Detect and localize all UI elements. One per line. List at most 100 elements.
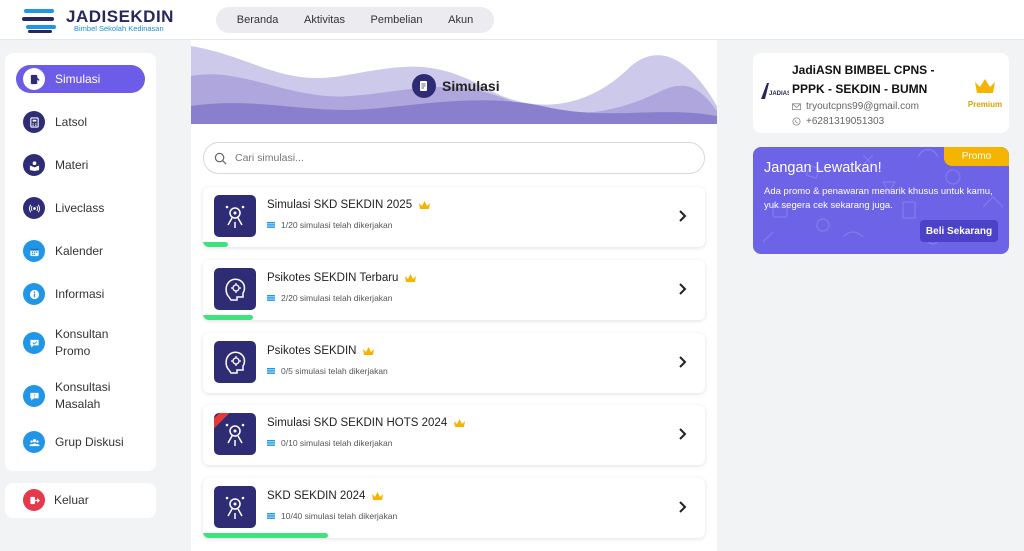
crown-icon [405,274,417,282]
card-thumbnail-icon [214,413,256,455]
crown-icon [372,492,384,500]
card-progress-bar [203,533,328,538]
stack-icon [267,222,275,228]
stack-icon [267,295,275,301]
page-header-banner: Simulasi [191,46,717,124]
simulation-card[interactable]: Psikotes SEKDIN 0/5 simulasi telah diker… [203,333,705,393]
calculator-icon [23,111,45,133]
info-icon [23,283,45,305]
sidebar-item-latsol[interactable]: Latsol [16,108,145,136]
simulation-card[interactable]: SKD SEKDIN 2024 10/40 simulasi telah dik… [203,478,705,538]
promo-description: Ada promo & penawaran menarik khusus unt… [764,186,993,211]
top-bar: JADISEKDIN Bimbel Sekolah Kedinasan Bera… [0,0,1024,40]
card-progress-label: 1/20 simulasi telah dikerjakan [281,220,393,230]
search-icon [214,152,227,164]
promo-title: Jangan Lewatkan! [764,160,882,176]
sidebar-item-kalender[interactable]: Kalender [16,237,145,265]
sidebar-item-label: Kalender [55,243,104,258]
sidebar-item-grup-diskusi[interactable]: Grup Diskusi [16,428,145,456]
chevron-right-icon [679,428,687,440]
card-title: Psikotes SEKDIN Terbaru [267,272,417,284]
account-phone-text: +6281319051303 [806,116,885,127]
sidebar-item-label: Konsultasi Masalah [55,380,111,411]
search-input[interactable] [235,152,675,164]
card-title-text: SKD SEKDIN 2024 [267,490,366,502]
sidebar-item-konsultan-promo[interactable]: Konsultan Promo [16,325,145,361]
logout-icon [23,489,45,511]
premium-badge-text: Premium [967,100,1003,109]
simulation-card[interactable]: Simulasi SKD SEKDIN HOTS 2024 0/10 simul… [203,405,705,465]
card-title-text: Simulasi SKD SEKDIN 2025 [267,199,413,211]
sidebar: Simulasi Latsol Materi Liveclass Kalende… [5,53,156,471]
account-email-text: tryoutcpns99@gmail.com [806,101,919,112]
chevron-right-icon [679,501,687,513]
card-title: SKD SEKDIN 2024 [267,490,384,502]
broadcast-icon [23,197,45,219]
nav-aktivitas[interactable]: Aktivitas [304,14,345,26]
sidebar-item-label: Informasi [55,286,105,301]
card-progress-text: 2/20 simulasi telah dikerjakan [267,293,393,303]
books-logo-icon [22,9,56,33]
card-progress-label: 10/40 simulasi telah dikerjakan [281,511,398,521]
sidebar-item-konsultasi-masalah[interactable]: ? Konsultasi Masalah [16,378,145,414]
card-title-text: Psikotes SEKDIN [267,345,357,357]
search-bar [203,142,705,174]
crown-icon [419,201,431,209]
sidebar-item-label: Konsultan Promo [55,327,109,358]
page-title-text: Simulasi [442,78,500,94]
card-title: Simulasi SKD SEKDIN HOTS 2024 [267,417,466,429]
nav-akun[interactable]: Akun [448,14,473,26]
account-phone: +6281319051303 [792,116,884,127]
logout-button[interactable]: Keluar [5,483,156,518]
card-progress-bar [203,242,228,247]
chevron-right-icon [679,283,687,295]
stack-icon [267,368,275,374]
card-progress-text: 1/20 simulasi telah dikerjakan [267,220,393,230]
card-progress-label: 0/10 simulasi telah dikerjakan [281,438,393,448]
nav-pembelian[interactable]: Pembelian [371,14,423,26]
sidebar-item-materi[interactable]: Materi [16,151,145,179]
card-progress-bar [203,315,253,320]
card-thumbnail-icon [214,268,256,310]
card-progress-text: 0/10 simulasi telah dikerjakan [267,438,393,448]
account-profile-card[interactable]: JADIAS JadiASN BIMBEL CPNS - PPPK - SEKD… [753,53,1009,133]
card-progress-text: 0/5 simulasi telah dikerjakan [267,366,388,376]
group-icon [23,431,45,453]
stack-icon [267,440,275,446]
svg-text:JADIAS: JADIAS [769,91,789,97]
sidebar-item-simulasi[interactable]: Simulasi [16,65,145,93]
simulation-card[interactable]: Simulasi SKD SEKDIN 2025 1/20 simulasi t… [203,187,705,247]
promo-tag: Promo [944,147,1009,166]
card-progress-text: 10/40 simulasi telah dikerjakan [267,511,397,521]
chat-icon [23,332,45,354]
crown-icon [975,79,995,93]
card-title: Simulasi SKD SEKDIN 2025 [267,199,431,211]
whatsapp-icon [792,117,801,126]
card-thumbnail-icon [214,486,256,528]
sidebar-item-label: Grup Diskusi [55,434,124,449]
card-thumbnail-icon [214,341,256,383]
simulation-card[interactable]: Psikotes SEKDIN Terbaru 2/20 simulasi te… [203,260,705,320]
page-title: Simulasi [412,74,500,98]
sidebar-item-label: Simulasi [55,71,101,86]
card-progress-label: 2/20 simulasi telah dikerjakan [281,293,393,303]
brand-subtitle: Bimbel Sekolah Kedinasan [74,24,164,33]
brand-logo[interactable]: JADISEKDIN Bimbel Sekolah Kedinasan [22,4,182,36]
promo-banner: Promo Jangan Lewatkan! Ada promo & penaw… [753,147,1009,254]
sidebar-item-informasi[interactable]: Informasi [16,280,145,308]
crown-icon [454,419,466,427]
top-navigation: Beranda Aktivitas Pembelian Akun [216,7,494,33]
card-title-text: Simulasi SKD SEKDIN HOTS 2024 [267,417,448,429]
logout-label: Keluar [54,493,89,507]
mail-icon [792,103,801,111]
chevron-right-icon [679,210,687,222]
buy-now-button[interactable]: Beli Sekarang [920,220,998,242]
sidebar-item-label: Materi [55,157,89,172]
account-email: tryoutcpns99@gmail.com [792,101,919,112]
crown-icon [363,347,375,355]
card-title-text: Psikotes SEKDIN Terbaru [267,272,399,284]
nav-beranda[interactable]: Beranda [237,14,279,26]
premium-badge: Premium [967,78,1003,109]
sidebar-item-liveclass[interactable]: Liveclass [16,194,145,222]
chevron-right-icon [679,356,687,368]
